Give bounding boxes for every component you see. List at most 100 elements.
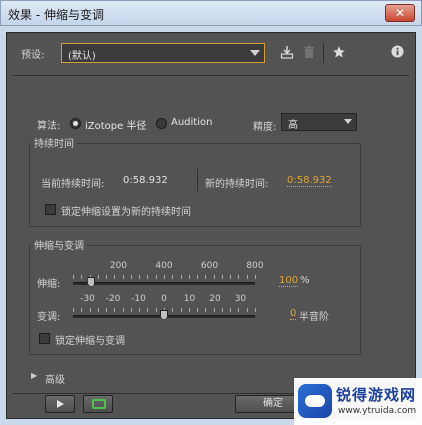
pitch-label: 变调: [37,312,61,323]
info-icon[interactable] [389,45,405,61]
chevron-down-icon [250,50,260,56]
radio-izotope[interactable] [70,118,81,129]
duration-group-title: 持续时间 [31,135,77,150]
slider-tick [155,308,157,312]
window-frame: 预设: (默认) 算法: iZotope 半径 Audition 精度: 高 持… [0,26,422,425]
slider-tick [238,308,240,312]
slider-tick [73,275,74,279]
slider-tick [221,275,223,279]
slider-tick [238,275,240,279]
slider-tick [205,275,207,279]
slider-tick [97,275,99,279]
loop-button[interactable] [83,395,113,413]
precision-value: 高 [288,120,298,131]
favorite-star-icon[interactable] [331,45,347,61]
slider-tick [213,275,215,279]
stretch-value[interactable]: 100 [279,275,299,287]
stretch-unit: % [300,275,310,286]
divider [13,75,409,76]
delete-preset-icon[interactable] [301,45,317,61]
ok-button-label: 确定 [263,398,283,409]
precision-label: 精度: [253,122,277,133]
lock-stretch-pitch-checkbox[interactable] [39,333,50,344]
new-duration-label: 新的持续时间: [205,179,269,190]
slider-tick [89,308,91,312]
play-button[interactable] [45,395,75,413]
slider-tick [246,275,248,279]
slider-tick [147,308,149,312]
stretch-slider-track[interactable] [73,282,255,285]
slider-tick [139,275,141,279]
new-duration-value[interactable]: 0:58.932 [287,175,332,187]
slider-tick [164,275,165,279]
slider-tick [155,275,157,279]
stretch-pitch-group-title: 伸缩与变调 [31,237,87,252]
slider-tick-label: -20 [105,294,121,304]
slider-tick [81,275,83,279]
slider-tick [114,308,116,312]
slider-tick [172,308,174,312]
play-icon [57,400,64,408]
current-duration-value: 0:58.932 [123,175,168,186]
slider-tick [255,308,256,312]
slider-tick [130,275,132,279]
slider-tick [255,275,256,279]
lock-duration-label: 锁定伸缩设置为新的持续时间 [61,207,191,218]
stretch-label: 伸缩: [37,279,61,290]
window-titlebar: 效果 - 伸缩与变调 ✕ [0,0,422,26]
watermark-url: www.ytruida.com [338,406,417,416]
advanced-section-toggle[interactable]: 高级 [45,371,65,386]
slider-tick [230,275,232,279]
slider-tick-label: 20 [209,294,221,304]
lock-duration-checkbox[interactable] [45,204,56,215]
slider-tick [230,308,232,312]
current-duration-label: 当前持续时间: [41,179,105,190]
toolbar-separator [323,43,324,63]
expand-triangle-icon[interactable]: ▶ [31,371,37,380]
preset-value: (默认) [68,51,96,62]
slider-tick [197,308,199,312]
slider-tick [172,275,174,279]
slider-tick [130,308,132,312]
slider-tick-label: 10 [183,294,196,304]
slider-tick-label: 400 [155,261,173,271]
watermark-title: 锐得游戏网 [336,386,417,404]
slider-tick [180,308,182,312]
slider-tick [106,275,108,279]
slider-tick-label: 800 [246,261,264,271]
slider-tick-label: 200 [109,261,128,271]
radio-izotope-label[interactable]: iZotope 半径 [85,117,146,132]
loop-icon [92,399,106,409]
slider-tick [188,308,190,312]
slider-tick [188,275,190,279]
slider-tick [180,275,182,279]
slider-tick-label: -30 [80,294,95,304]
slider-tick [205,308,207,312]
slider-tick [197,275,199,279]
slider-tick-label: 600 [200,261,219,271]
slider-tick [213,308,215,312]
slider-tick [139,308,141,312]
slider-tick-label: -10 [131,294,146,304]
duration-separator [197,169,198,191]
slider-tick [114,275,116,279]
watermark: 锐得游戏网 www.ytruida.com [294,378,422,425]
slider-tick-label: 0 [161,294,167,304]
slider-tick [122,275,124,279]
radio-audition[interactable] [156,118,167,129]
slider-tick [73,308,74,312]
pitch-value[interactable]: 0 [290,308,297,320]
pitch-unit: 半音阶 [299,312,329,323]
preset-dropdown[interactable]: (默认) [61,43,265,63]
radio-audition-label[interactable]: Audition [171,117,212,128]
algorithm-label: 算法: [37,121,61,132]
save-preset-icon[interactable] [279,45,295,61]
lock-stretch-pitch-label: 锁定伸缩与变调 [55,336,125,347]
precision-dropdown[interactable]: 高 [281,113,357,131]
stretch-ticks [73,275,256,280]
slider-tick [122,308,124,312]
slider-tick [106,308,108,312]
slider-tick [221,308,223,312]
close-button[interactable]: ✕ [385,4,415,22]
slider-tick [147,275,149,279]
